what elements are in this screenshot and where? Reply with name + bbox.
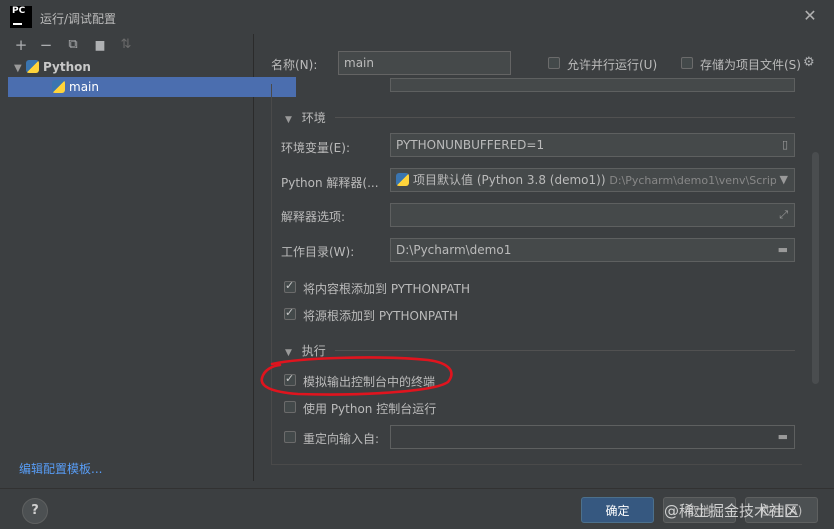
python-file-icon [52, 80, 65, 93]
env-vars-value: PYTHONUNBUFFERED=1 [396, 138, 545, 152]
env-section-title: 环境 [301, 111, 326, 125]
close-icon[interactable]: ✕ [800, 6, 820, 26]
help-button[interactable]: ? [22, 498, 48, 524]
chevron-down-icon[interactable]: ▼ [775, 169, 788, 191]
python-interpreter-icon [396, 173, 409, 186]
folder-icon[interactable]: ▆ [91, 36, 109, 54]
workdir-value: D:\Pycharm\demo1 [396, 243, 512, 257]
copy-icon[interactable]: ⧉ [64, 36, 82, 54]
env-vars-field[interactable]: PYTHONUNBUFFERED=1 ▯ [390, 133, 795, 157]
use-python-console-label: 使用 Python 控制台运行 [303, 402, 437, 416]
divider [335, 350, 795, 351]
expand-icon[interactable]: ⤢ [779, 204, 788, 226]
redirect-input-label: 重定向输入自: [303, 432, 380, 446]
remove-icon[interactable]: − [37, 36, 55, 54]
red-annotation-circle [260, 356, 453, 396]
tree-item-label: Python [43, 60, 91, 74]
add-icon[interactable]: + [12, 36, 30, 54]
cut-off-field [390, 78, 795, 92]
interp-options-field[interactable]: ⤢ [390, 203, 795, 227]
name-label: 名称(N): [271, 58, 318, 72]
config-tree-panel [8, 34, 254, 481]
interpreter-value: 项目默认值 (Python 3.8 (demo1)) [413, 173, 606, 187]
python-icon [26, 60, 39, 73]
redirect-input-checkbox[interactable] [284, 431, 296, 443]
pycharm-logo-icon: PC [10, 6, 32, 28]
store-as-project-label: 存储为项目文件(S) [700, 58, 801, 72]
divider [335, 117, 795, 118]
title-bar [0, 0, 834, 34]
ok-button[interactable]: 确定 [581, 497, 654, 523]
workdir-label: 工作目录(W): [281, 245, 355, 259]
allow-parallel-checkbox[interactable] [548, 57, 560, 69]
vertical-scrollbar[interactable] [812, 152, 819, 384]
chevron-down-icon[interactable]: ▼ [285, 115, 292, 125]
folder-icon[interactable]: ▬ [778, 239, 788, 261]
add-content-roots-checkbox[interactable] [284, 279, 296, 293]
sort-icon: ⇅ [120, 37, 132, 52]
env-vars-label: 环境变量(E): [281, 141, 350, 155]
store-as-project-checkbox[interactable] [681, 57, 693, 69]
name-input[interactable]: main [338, 51, 511, 75]
add-content-roots-label: 将内容根添加到 PYTHONPATH [303, 282, 470, 296]
window-title: 运行/调试配置 [40, 12, 117, 26]
interpreter-path: D:\Pycharm\demo1\venv\Script [609, 174, 782, 187]
watermark: @稀土掘金技术社区 [664, 502, 800, 520]
redirect-input-field[interactable]: ▬ [390, 425, 795, 449]
add-source-roots-checkbox[interactable] [284, 306, 296, 320]
tree-item-main[interactable]: main [8, 77, 296, 97]
env-section-header[interactable]: ▼ 环境 [285, 109, 326, 126]
edit-templates-link[interactable]: 编辑配置模板... [19, 460, 102, 477]
interpreter-select[interactable]: 项目默认值 (Python 3.8 (demo1)) D:\Pycharm\de… [390, 168, 795, 192]
gear-icon[interactable]: ⚙ [803, 56, 817, 70]
document-icon[interactable]: ▯ [782, 134, 788, 156]
chevron-down-icon[interactable]: ▼ [14, 59, 26, 79]
tree-item-python[interactable]: ▼ Python [8, 57, 258, 77]
workdir-field[interactable]: D:\Pycharm\demo1 ▬ [390, 238, 795, 262]
folder-icon[interactable]: ▬ [778, 426, 788, 448]
interp-options-label: 解释器选项: [281, 210, 346, 224]
allow-parallel-label: 允许并行运行(U) [567, 58, 658, 72]
tree-item-label: main [69, 80, 99, 94]
use-python-console-checkbox[interactable] [284, 401, 296, 413]
interpreter-label: Python 解释器(... [281, 176, 379, 190]
add-source-roots-label: 将源根添加到 PYTHONPATH [303, 309, 458, 323]
